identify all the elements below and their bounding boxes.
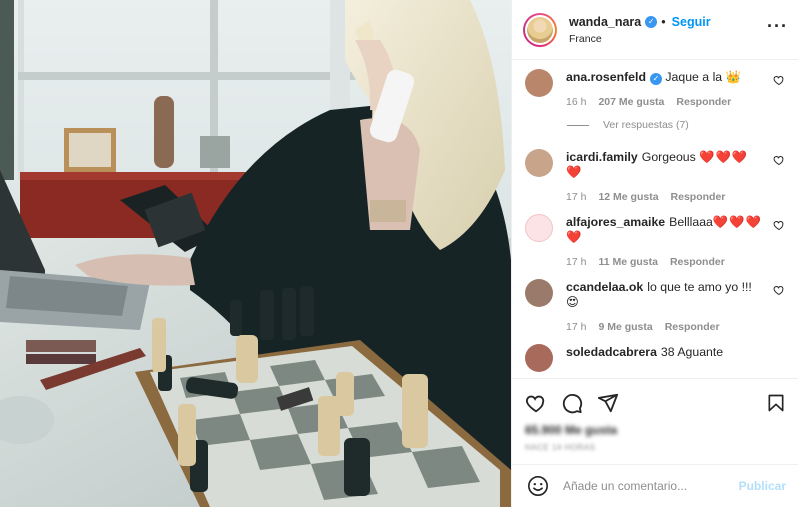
comment-username[interactable]: ana.rosenfeld — [566, 70, 646, 84]
comment-text: Belllaaa — [669, 215, 713, 229]
comment-item: icardi.family Gorgeous ❤️❤️❤️❤️ 17 h 12 M… — [525, 149, 786, 205]
heart-emojis: ❤️ — [566, 230, 583, 244]
comment-username[interactable]: ccandelaa.ok — [566, 280, 643, 294]
comment-item: soledadcabrera 38 Aguante — [525, 344, 786, 372]
post-header: wanda_nara ✓ • Seguir France ··· — [512, 0, 798, 60]
comments-list[interactable]: ana.rosenfeld ✓ Jaque a la 👑 16 h 207 Me … — [512, 60, 798, 378]
avatar-image — [527, 16, 553, 43]
comment-likes[interactable]: 12 Me gusta — [598, 190, 658, 205]
commenter-avatar[interactable] — [525, 149, 553, 177]
post-location[interactable]: France — [569, 33, 767, 45]
heart-emojis: ❤️❤️❤️ — [712, 215, 762, 229]
view-replies-label: Ver respuestas (7) — [603, 119, 689, 131]
comment-username[interactable]: alfajores_amaike — [566, 215, 665, 229]
comment-text: lo que te amo yo !!! — [647, 280, 752, 294]
share-icon[interactable] — [597, 392, 619, 414]
comment-like-heart-icon[interactable] — [772, 284, 786, 296]
post-image — [0, 0, 511, 507]
likes-count[interactable]: 65.900 Me gusta — [525, 423, 786, 437]
more-options-icon[interactable]: ··· — [767, 16, 788, 37]
comment-text: 38 Aguante — [660, 345, 724, 359]
verified-icon: ✓ — [645, 15, 658, 28]
view-replies-button[interactable]: Ver respuestas (7) — [567, 119, 786, 131]
verified-icon: ✓ — [649, 73, 662, 85]
replies-line — [567, 124, 589, 126]
heart-eyes-emoji: 😍 — [566, 295, 579, 309]
comment-time[interactable]: 17 h — [566, 190, 586, 205]
instagram-post-modal: wanda_nara ✓ • Seguir France ··· ana.ros… — [0, 0, 798, 507]
emoji-icon[interactable] — [527, 475, 549, 497]
comment-text: Jaque a la — [665, 70, 726, 84]
post-photo[interactable] — [0, 0, 511, 507]
reply-button[interactable]: Responder — [671, 190, 726, 205]
comment-input[interactable]: Añade un comentario... — [563, 479, 739, 493]
comment-item: ccandelaa.ok lo que te amo yo !!! 😍 17 h 9… — [525, 279, 786, 335]
comment-item: ana.rosenfeld ✓ Jaque a la 👑 16 h 207 Me … — [525, 69, 786, 110]
heart-icon[interactable] — [525, 392, 547, 414]
comment-likes[interactable]: 11 Me gusta — [598, 255, 658, 270]
comment-like-heart-icon[interactable] — [772, 219, 786, 231]
comment-time[interactable]: 17 h — [566, 255, 586, 270]
post-date: HACE 14 HORAS — [525, 443, 596, 452]
comment-time[interactable]: 17 h — [566, 320, 586, 335]
comment-likes[interactable]: 207 Me gusta — [598, 95, 664, 110]
crown-emoji: 👑 — [725, 70, 741, 84]
comment-likes[interactable]: 9 Me gusta — [598, 320, 652, 335]
comment-icon[interactable] — [561, 392, 583, 414]
comment-item: alfajores_amaike Belllaaa❤️❤️❤️ ❤️ 17 h 1… — [525, 214, 786, 270]
commenter-avatar[interactable] — [525, 344, 553, 372]
commenter-avatar[interactable] — [525, 279, 553, 307]
reply-button[interactable]: Responder — [670, 255, 725, 270]
author-username[interactable]: wanda_nara — [569, 15, 641, 29]
comment-like-heart-icon[interactable] — [772, 74, 786, 86]
author-avatar[interactable] — [523, 12, 557, 47]
comment-time[interactable]: 16 h — [566, 95, 586, 110]
commenter-avatar[interactable] — [525, 69, 553, 97]
publish-button[interactable]: Publicar — [739, 479, 786, 493]
comment-username[interactable]: icardi.family — [566, 150, 638, 164]
post-side-panel: wanda_nara ✓ • Seguir France ··· ana.ros… — [511, 0, 798, 507]
separator-dot: • — [661, 14, 666, 29]
follow-button[interactable]: Seguir — [672, 15, 711, 29]
commenter-avatar[interactable] — [525, 214, 553, 242]
reply-button[interactable]: Responder — [676, 95, 731, 110]
comment-username[interactable]: soledadcabrera — [566, 345, 657, 359]
add-comment-bar: Añade un comentario... Publicar — [512, 464, 798, 507]
comment-text: Gorgeous — [641, 150, 700, 164]
reply-button[interactable]: Responder — [665, 320, 720, 335]
comment-like-heart-icon[interactable] — [772, 154, 786, 166]
bookmark-icon[interactable] — [766, 393, 786, 413]
post-actions: 65.900 Me gusta HACE 14 HORAS — [512, 378, 798, 464]
